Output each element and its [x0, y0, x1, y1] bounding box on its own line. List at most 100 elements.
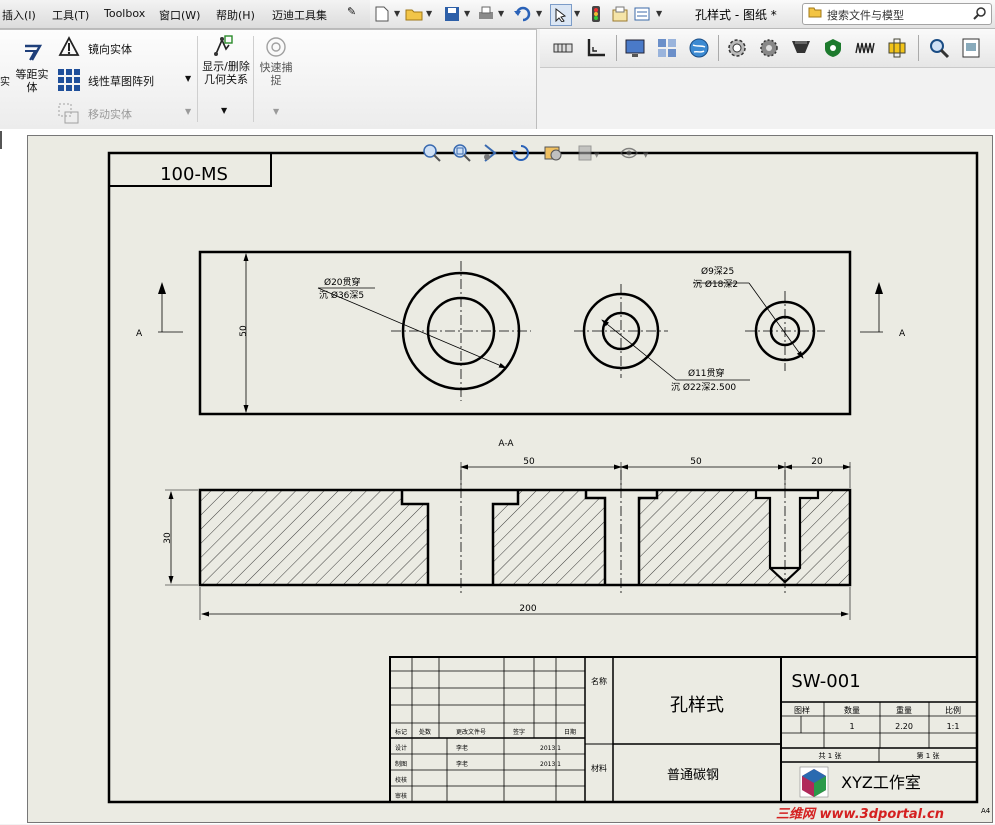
menu-maidi-tools[interactable]: 迈迪工具集	[272, 7, 327, 23]
display-relations-dropdown-icon[interactable]: ▼	[221, 106, 227, 115]
drawing-sheet[interactable]: 100-MS 50 A A Ø20贯穿 沉 Ø36深5 Ø9深25 沉 Ø18深…	[27, 135, 993, 823]
zoom-area-icon[interactable]	[453, 144, 471, 162]
top-view: 50 A A Ø20贯穿 沉 Ø36深5 Ø9深25 沉 Ø18深2 Ø11贯穿…	[136, 250, 906, 416]
menu-window[interactable]: 窗口(W)	[159, 7, 200, 23]
offset-entities-button[interactable]: 等距实体	[12, 68, 52, 94]
rotate-icon[interactable]	[511, 145, 529, 161]
select-arrow-icon[interactable]	[550, 4, 572, 26]
display-relations-button[interactable]: 显示/删除几何关系	[202, 60, 250, 86]
drawing-canvas: 100-MS 50 A A Ø20贯穿 沉 Ø36深5 Ø9深25 沉 Ø18深…	[107, 151, 991, 815]
quick-snaps-button[interactable]: 快速捕捉	[257, 61, 295, 87]
options-dropdown-icon[interactable]: ▼	[656, 9, 662, 18]
scale-label: 比例	[945, 705, 961, 715]
rebuild-traffic-light-icon[interactable]	[586, 4, 606, 24]
section-view-icon[interactable]	[544, 146, 562, 161]
linear-pattern-button[interactable]: 线性草图阵列	[88, 73, 154, 89]
open-folder-icon[interactable]	[404, 4, 424, 24]
undo-icon[interactable]	[512, 4, 532, 24]
callout-mid-1: Ø11贯穿	[688, 367, 725, 379]
weight-value: 2.20	[895, 722, 913, 731]
menu-insert[interactable]: 插入(I)	[2, 7, 36, 23]
sign-role-review: 审核	[395, 792, 407, 800]
move-entities-button[interactable]: 移动实体	[88, 106, 132, 122]
mirror-entities-icon[interactable]	[58, 36, 80, 61]
sheets-total: 共 1 张	[819, 751, 842, 760]
sheet-number: 第 1 张	[917, 751, 940, 760]
material: 普通碳钢	[667, 768, 719, 783]
dim-50-b: 50	[690, 457, 702, 467]
previous-view-icon[interactable]	[484, 144, 497, 162]
display-relations-icon[interactable]	[212, 34, 234, 61]
sign-name-design: 李老	[456, 744, 468, 752]
undo-dropdown-icon[interactable]: ▼	[536, 9, 542, 18]
zoom-icon[interactable]	[928, 37, 950, 59]
angle-icon[interactable]	[585, 37, 607, 59]
callout-large-1: Ø20贯穿	[324, 276, 361, 288]
monitor-icon[interactable]	[624, 37, 646, 59]
hide-show-icon[interactable]: ▼	[620, 147, 649, 160]
menu-tools[interactable]: 工具(T)	[52, 7, 89, 23]
svg-text:▼: ▼	[594, 151, 600, 159]
zoom-to-fit-icon[interactable]	[423, 144, 441, 162]
rev-header-doc: 更改文件号	[456, 728, 486, 736]
sheet-size: A4	[981, 807, 991, 815]
spring-icon[interactable]	[854, 37, 876, 59]
sign-date-draw: 2013.1	[540, 761, 561, 768]
options-icon[interactable]	[632, 4, 652, 24]
search-input[interactable]: 搜索文件与模型	[827, 7, 904, 23]
command-manager: 实 等距实体 镜向实体 线性草图阵列 ▼ 移动实体 ▼ 显示/删除几何关系 ▼ …	[0, 29, 537, 130]
linear-pattern-dropdown-icon[interactable]: ▼	[185, 74, 191, 83]
new-dropdown-icon[interactable]: ▼	[394, 9, 400, 18]
print-icon[interactable]	[476, 4, 496, 24]
callout-small-1: Ø9深25	[701, 266, 734, 277]
open-dropdown-icon[interactable]: ▼	[426, 9, 432, 18]
material-label: 材料	[591, 763, 607, 773]
pin-icon[interactable]: ✎	[347, 5, 356, 18]
shield-icon[interactable]	[822, 37, 844, 59]
callout-large-2: 沉 Ø36深5	[319, 290, 364, 301]
menu-help[interactable]: 帮助(H)	[216, 7, 255, 23]
offset-entities-icon[interactable]	[22, 42, 44, 67]
graphics-area[interactable]: 100-MS 50 A A Ø20贯穿 沉 Ø36深5 Ø9深25 沉 Ø18深…	[0, 129, 995, 824]
print-dropdown-icon[interactable]: ▼	[498, 9, 504, 18]
assembly-icon[interactable]	[656, 37, 678, 59]
move-entities-dropdown-icon[interactable]: ▼	[185, 107, 191, 116]
quick-snaps-icon[interactable]	[265, 36, 287, 61]
watermark: 三维网 www.3dportal.cn	[776, 807, 945, 822]
display-style-icon[interactable]: ▼	[578, 145, 600, 161]
funnel-icon[interactable]	[790, 37, 812, 59]
search-icon[interactable]	[973, 6, 987, 23]
print-preview-icon[interactable]	[960, 37, 982, 59]
document-title: 孔样式 - 图纸 *	[695, 8, 777, 22]
title-block-text: SW-001 孔样式 普通碳钢 名称 材料 图样 数量 重量 比例 1 2.20…	[395, 671, 991, 815]
dim-height-section: 30	[163, 532, 173, 544]
section-view: A-A 50 50 20 30 200	[163, 439, 852, 620]
new-document-icon[interactable]	[372, 4, 392, 24]
save-dropdown-icon[interactable]: ▼	[464, 9, 470, 18]
gear-icon[interactable]	[726, 37, 748, 59]
dimension-icon[interactable]	[552, 37, 574, 59]
quick-snaps-dropdown-icon[interactable]: ▼	[273, 107, 279, 116]
menu-bar: 插入(I) 工具(T) Toolbox 窗口(W) 帮助(H) 迈迪工具集 ✎	[0, 0, 370, 29]
gear2-icon[interactable]	[758, 37, 780, 59]
rev-header-date: 日期	[564, 728, 576, 736]
menu-toolbox[interactable]: Toolbox	[104, 7, 145, 20]
scale-value: 1:1	[947, 722, 960, 731]
bracket-icon[interactable]	[886, 37, 908, 59]
studio-logo-icon	[799, 766, 829, 798]
cursor-mark	[0, 131, 2, 149]
linear-pattern-icon[interactable]	[57, 68, 81, 95]
globe-icon[interactable]	[688, 37, 710, 59]
name-label: 名称	[591, 676, 607, 686]
qty-value: 1	[849, 722, 854, 731]
file-properties-icon[interactable]	[610, 4, 630, 24]
search-box[interactable]: 搜索文件与模型	[802, 3, 992, 25]
sign-name-draw: 李老	[456, 760, 468, 768]
drawing-number: SW-001	[791, 671, 860, 692]
select-dropdown-icon[interactable]: ▼	[574, 9, 580, 18]
save-icon[interactable]	[442, 4, 462, 24]
folder-icon	[808, 6, 822, 21]
callout-mid-2: 沉 Ø22深2.500	[671, 382, 736, 393]
mirror-entities-button[interactable]: 镜向实体	[88, 41, 132, 57]
sign-role-draw: 制图	[395, 760, 407, 768]
